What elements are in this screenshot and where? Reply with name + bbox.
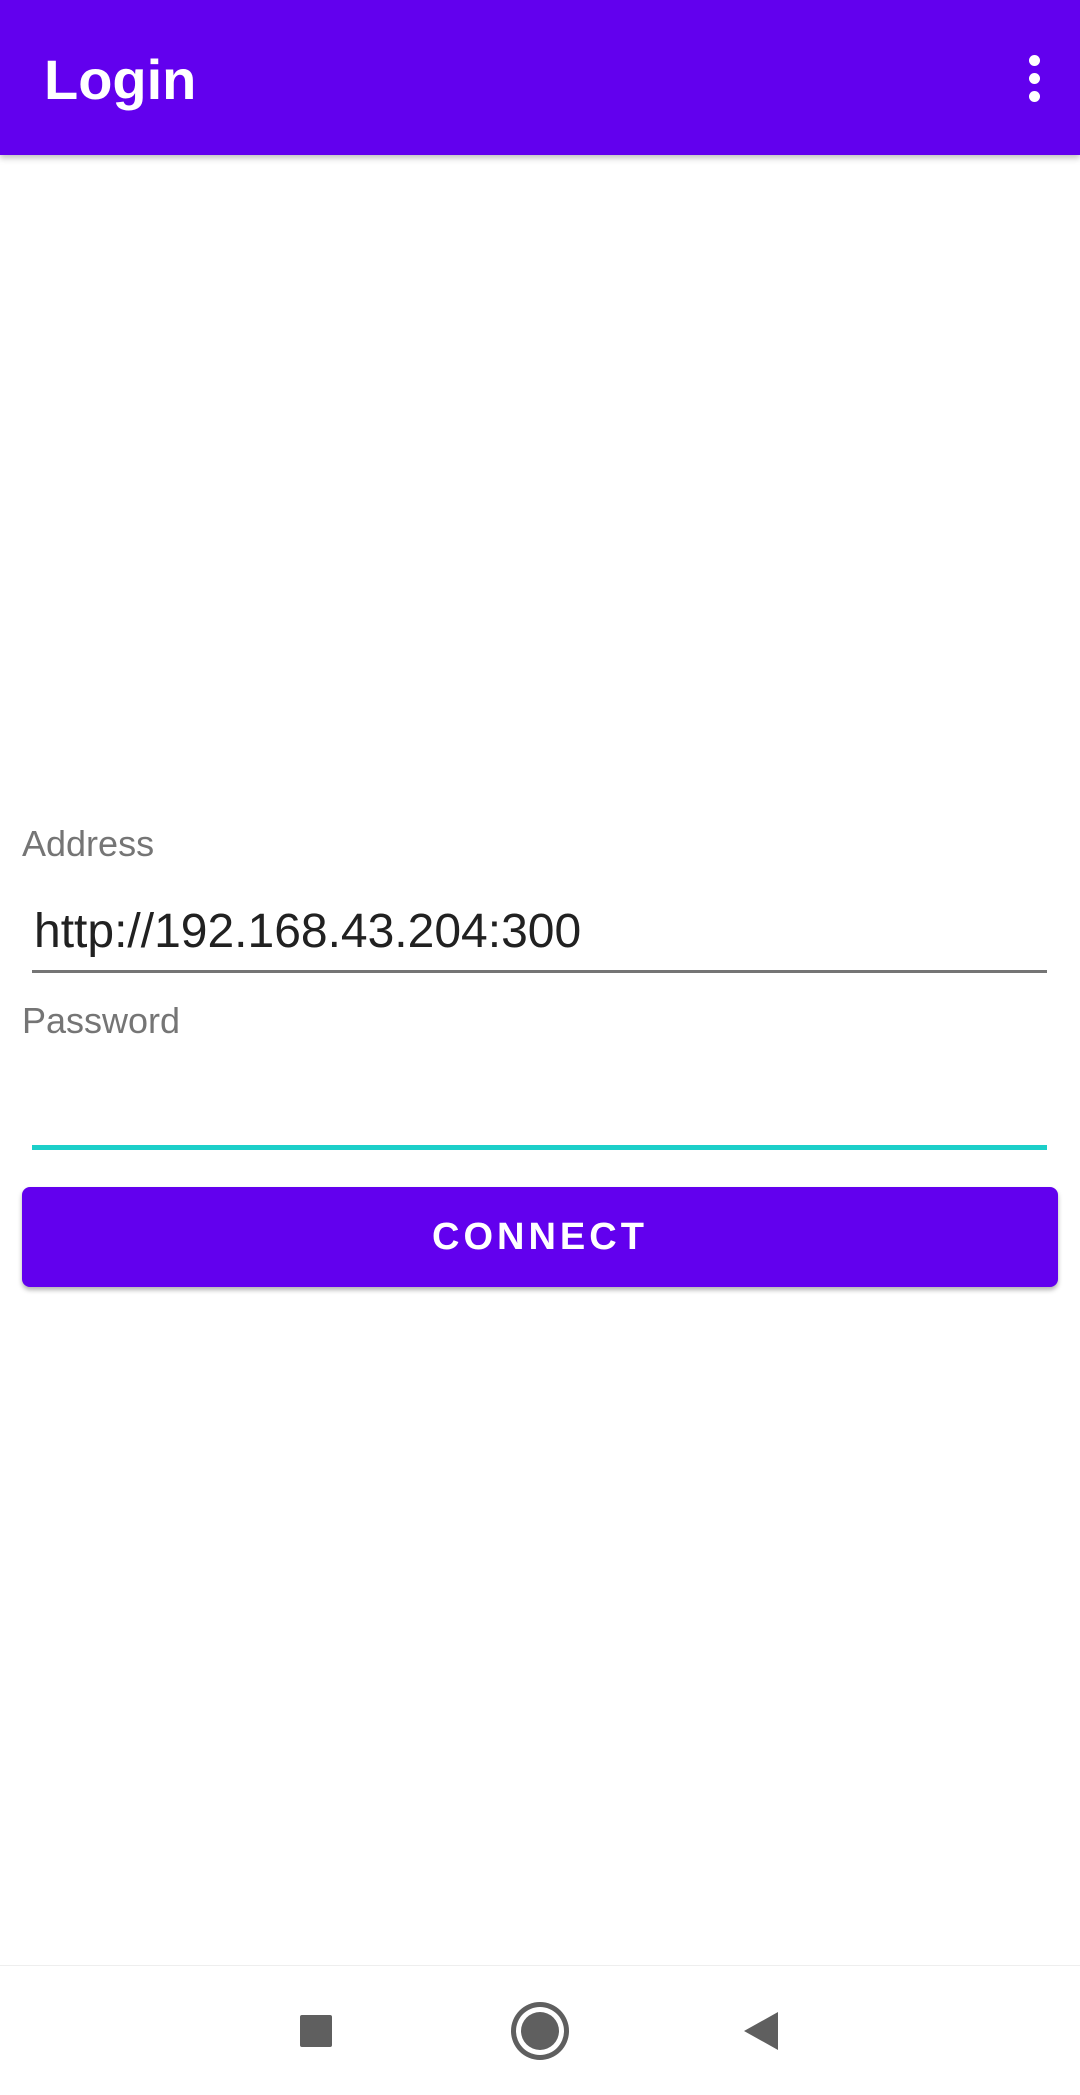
more-vert-icon[interactable] xyxy=(1002,42,1066,114)
circle-home-icon[interactable] xyxy=(495,1986,585,2076)
login-screen: Login Address Password CONNECT xyxy=(0,0,1080,2095)
address-input[interactable] xyxy=(32,893,1047,973)
page-title: Login xyxy=(44,48,197,111)
password-input[interactable] xyxy=(32,1070,1047,1150)
address-label: Address xyxy=(22,823,155,864)
password-label: Password xyxy=(22,1000,181,1041)
system-navigation-bar xyxy=(0,1965,1080,2095)
square-recents-icon[interactable] xyxy=(271,1986,361,2076)
app-bar: Login xyxy=(0,0,1080,155)
triangle-back-icon[interactable] xyxy=(716,1986,806,2076)
connect-button[interactable]: CONNECT xyxy=(22,1187,1058,1287)
